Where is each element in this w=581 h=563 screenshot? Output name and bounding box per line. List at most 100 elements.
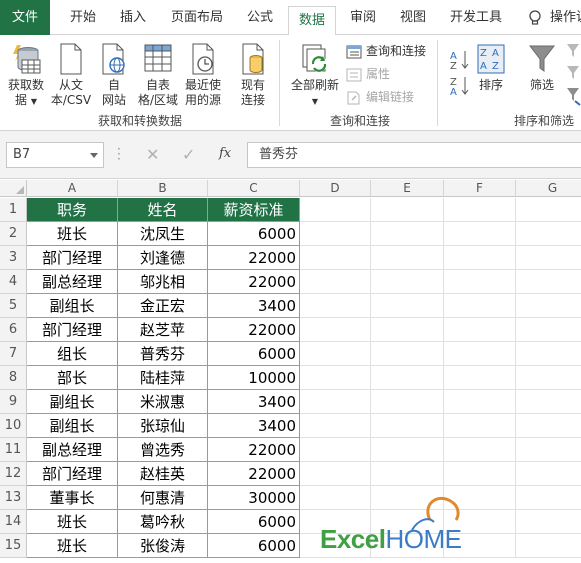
empty-cell[interactable]: [516, 534, 581, 558]
table-cell[interactable]: 何惠清: [118, 486, 208, 510]
table-cell[interactable]: 班长: [27, 222, 118, 246]
empty-cell[interactable]: [444, 414, 516, 438]
column-header-col-d[interactable]: D: [300, 180, 371, 197]
empty-cell[interactable]: [516, 342, 581, 366]
empty-cell[interactable]: [516, 390, 581, 414]
table-cell[interactable]: 曾选秀: [118, 438, 208, 462]
empty-cell[interactable]: [300, 390, 371, 414]
empty-cell[interactable]: [300, 438, 371, 462]
edit-links-button[interactable]: 编辑链接: [346, 88, 414, 106]
column-header-col-b[interactable]: B: [118, 180, 208, 197]
empty-cell[interactable]: [300, 342, 371, 366]
from-text-csv-button[interactable]: 从文 本/CSV: [50, 43, 92, 108]
empty-cell[interactable]: [371, 246, 444, 270]
table-cell[interactable]: 陆桂萍: [118, 366, 208, 390]
table-cell[interactable]: 副组长: [27, 414, 118, 438]
empty-cell[interactable]: [516, 414, 581, 438]
row-header[interactable]: 11: [0, 438, 27, 462]
empty-cell[interactable]: [444, 366, 516, 390]
empty-cell[interactable]: [516, 438, 581, 462]
table-cell[interactable]: 副组长: [27, 390, 118, 414]
table-cell[interactable]: 3400: [208, 294, 300, 318]
table-cell[interactable]: 葛吟秋: [118, 510, 208, 534]
tab-review[interactable]: 审阅: [342, 0, 384, 35]
row-header[interactable]: 9: [0, 390, 27, 414]
empty-cell[interactable]: [444, 318, 516, 342]
empty-cell[interactable]: [300, 270, 371, 294]
table-header-cell[interactable]: 姓名: [118, 198, 208, 222]
table-cell[interactable]: 班长: [27, 510, 118, 534]
clear-reapply-icon[interactable]: [565, 41, 581, 107]
empty-cell[interactable]: [516, 246, 581, 270]
tell-me-box[interactable]: 操作说: [550, 0, 581, 35]
empty-cell[interactable]: [300, 462, 371, 486]
empty-cell[interactable]: [444, 270, 516, 294]
table-header-cell[interactable]: 薪资标准: [208, 198, 300, 222]
sort-az-icon[interactable]: A Z Z A: [448, 47, 470, 95]
formula-bar-grip-icon[interactable]: · · ·: [117, 143, 121, 165]
table-cell[interactable]: 张俊涛: [118, 534, 208, 558]
table-cell[interactable]: 部门经理: [27, 462, 118, 486]
from-web-button[interactable]: 自 网站: [98, 43, 130, 108]
empty-cell[interactable]: [371, 222, 444, 246]
table-cell[interactable]: 6000: [208, 510, 300, 534]
row-header[interactable]: 5: [0, 294, 27, 318]
cancel-icon[interactable]: ✕: [146, 145, 159, 164]
table-cell[interactable]: 金正宏: [118, 294, 208, 318]
empty-cell[interactable]: [371, 270, 444, 294]
recent-sources-button[interactable]: 最近使 用的源: [182, 43, 224, 108]
table-cell[interactable]: 6000: [208, 342, 300, 366]
table-cell[interactable]: 副组长: [27, 294, 118, 318]
empty-cell[interactable]: [516, 462, 581, 486]
row-header[interactable]: 8: [0, 366, 27, 390]
existing-connections-button[interactable]: 现有 连接: [234, 43, 272, 108]
empty-cell[interactable]: [371, 198, 444, 222]
row-header[interactable]: 10: [0, 414, 27, 438]
row-header[interactable]: 15: [0, 534, 27, 558]
empty-cell[interactable]: [444, 462, 516, 486]
tab-page-layout[interactable]: 页面布局: [166, 0, 228, 35]
formula-input[interactable]: 普秀芬: [247, 142, 581, 168]
empty-cell[interactable]: [516, 486, 581, 510]
empty-cell[interactable]: [371, 438, 444, 462]
empty-cell[interactable]: [444, 246, 516, 270]
row-header[interactable]: 1: [0, 198, 27, 222]
tab-view[interactable]: 视图: [392, 0, 434, 35]
table-cell[interactable]: 22000: [208, 462, 300, 486]
row-header[interactable]: 2: [0, 222, 27, 246]
refresh-all-button[interactable]: 全部刷新 ▼: [288, 43, 342, 109]
row-header[interactable]: 12: [0, 462, 27, 486]
table-cell[interactable]: 3400: [208, 414, 300, 438]
empty-cell[interactable]: [516, 318, 581, 342]
get-data-button[interactable]: 获取数 据 ▼: [6, 43, 46, 109]
column-header-col-c[interactable]: C: [208, 180, 300, 197]
tab-insert[interactable]: 插入: [112, 0, 154, 35]
empty-cell[interactable]: [516, 294, 581, 318]
empty-cell[interactable]: [300, 414, 371, 438]
tab-home[interactable]: 开始: [62, 0, 104, 35]
table-cell[interactable]: 张琼仙: [118, 414, 208, 438]
table-cell[interactable]: 3400: [208, 390, 300, 414]
empty-cell[interactable]: [516, 510, 581, 534]
sort-button[interactable]: Z A A Z 排序: [474, 43, 508, 93]
table-cell[interactable]: 刘逢德: [118, 246, 208, 270]
empty-cell[interactable]: [516, 366, 581, 390]
table-cell[interactable]: 22000: [208, 318, 300, 342]
empty-cell[interactable]: [300, 366, 371, 390]
enter-check-icon[interactable]: ✓: [182, 145, 195, 164]
tab-developer[interactable]: 开发工具: [444, 0, 508, 35]
select-all-corner[interactable]: [0, 180, 27, 197]
row-header[interactable]: 14: [0, 510, 27, 534]
empty-cell[interactable]: [444, 438, 516, 462]
row-header[interactable]: 4: [0, 270, 27, 294]
filter-button[interactable]: 筛选: [522, 43, 562, 93]
tab-file[interactable]: 文件: [0, 0, 50, 35]
table-cell[interactable]: 22000: [208, 246, 300, 270]
empty-cell[interactable]: [371, 342, 444, 366]
table-cell[interactable]: 赵芝苹: [118, 318, 208, 342]
empty-cell[interactable]: [444, 198, 516, 222]
empty-cell[interactable]: [300, 246, 371, 270]
empty-cell[interactable]: [516, 270, 581, 294]
column-header-col-g[interactable]: G: [516, 180, 581, 197]
table-cell[interactable]: 部门经理: [27, 318, 118, 342]
